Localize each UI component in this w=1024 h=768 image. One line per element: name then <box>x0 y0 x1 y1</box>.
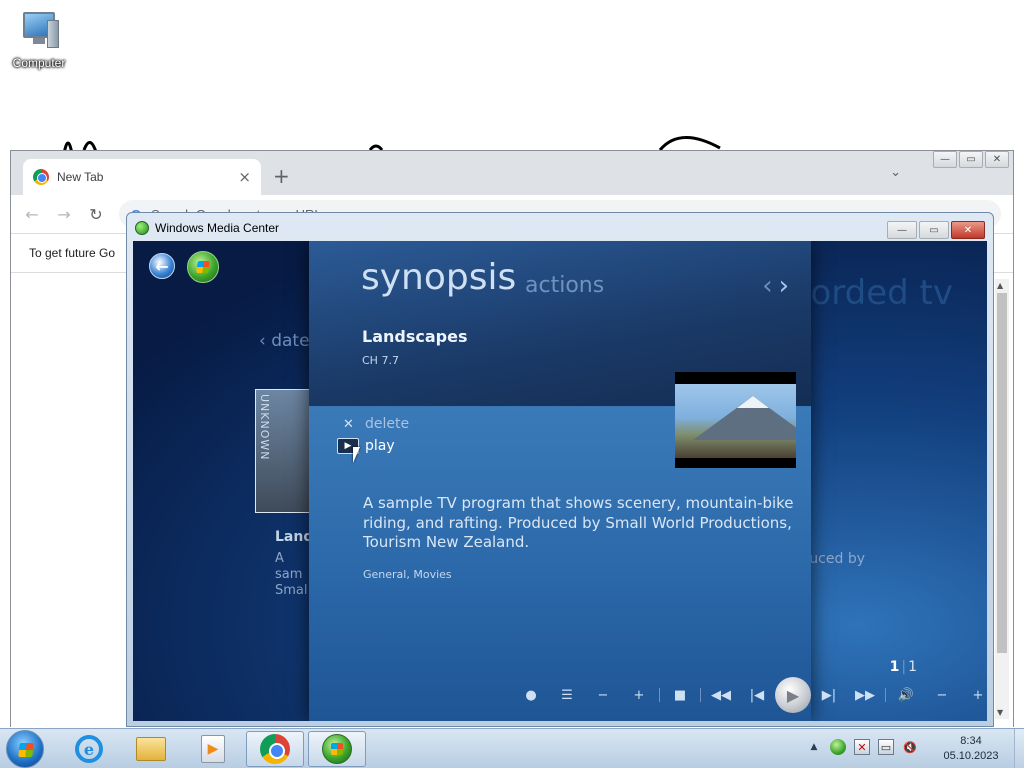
chrome-favicon-icon <box>33 169 49 185</box>
page-indicator: 1 | 1 <box>889 659 917 675</box>
taskbar: e ▶ ▲ ✕ ▭ 🔇 8:34 05.10.2023 <box>0 728 1024 768</box>
taskbar-chrome[interactable] <box>246 731 304 767</box>
media-center-icon <box>135 221 149 235</box>
reload-icon[interactable]: ↻ <box>87 205 105 224</box>
chrome-minimize-button[interactable]: — <box>933 151 957 168</box>
chrome-close-button[interactable]: ✕ <box>985 151 1009 168</box>
tab-synopsis[interactable]: synopsis <box>361 257 516 298</box>
delete-action[interactable]: ✕ delete <box>343 416 409 432</box>
section-title-partial: orded tv <box>810 273 953 313</box>
tab-strip: New Tab × + ⌄ — ▭ ✕ <box>11 151 1013 195</box>
mouse-cursor-icon <box>353 447 360 463</box>
show-hidden-icons-icon[interactable]: ▲ <box>806 739 822 755</box>
play-action[interactable]: ▶ play <box>337 438 395 454</box>
media-center-titlebar[interactable]: Windows Media Center <box>127 213 993 243</box>
folder-icon <box>136 737 166 761</box>
new-tab-button[interactable]: + <box>273 164 290 188</box>
media-center-window[interactable]: Windows Media Center — ▭ ✕ ← ‹ date UNKN… <box>126 212 994 727</box>
sort-by-date[interactable]: ‹ date <box>259 331 310 351</box>
network-icon[interactable]: ▭ <box>878 739 894 755</box>
scroll-down-icon[interactable]: ▼ <box>997 708 1003 717</box>
wmc-minimize-button[interactable]: — <box>887 221 917 239</box>
close-icon: ✕ <box>343 416 354 432</box>
transport-controls: ● ☰ − + ■ ◀◀ |◀ ▶ ▶| ▶▶ 🔊 − + <box>513 677 987 713</box>
thumbnail-label: UNKNOWN <box>258 394 271 461</box>
system-tray: ▲ ✕ ▭ 🔇 <box>806 739 918 755</box>
recording-title-partial: Land <box>275 529 314 545</box>
clock-date: 05.10.2023 <box>943 750 999 762</box>
program-title: Landscapes <box>362 327 468 346</box>
forward-arrow-icon[interactable]: → <box>55 205 73 224</box>
chrome-scrollbar[interactable]: ▲ ▼ <box>995 279 1009 719</box>
clock-time: 8:34 <box>960 735 982 747</box>
chrome-icon <box>260 734 290 764</box>
channel-up-button[interactable]: + <box>621 677 657 713</box>
media-center-window-controls: — ▭ ✕ <box>887 221 985 239</box>
infobar-text: To get future Go <box>29 246 116 260</box>
back-arrow-icon[interactable]: ← <box>23 205 41 224</box>
internet-explorer-icon: e <box>75 735 103 763</box>
produced-by-partial: uced by <box>809 551 865 567</box>
taskbar-windows-explorer[interactable] <box>122 731 180 767</box>
tab-new-tab[interactable]: New Tab × <box>23 159 261 195</box>
tab-title: New Tab <box>57 170 104 184</box>
scrollbar-thumb[interactable] <box>997 293 1007 653</box>
recording-thumbnail[interactable]: UNKNOWN <box>255 389 313 513</box>
chrome-maximize-button[interactable]: ▭ <box>959 151 983 168</box>
desktop-computer-icon[interactable]: Computer <box>8 8 70 70</box>
transport-divider <box>885 688 886 702</box>
media-center-icon <box>322 734 352 764</box>
system-clock[interactable]: 8:34 05.10.2023 <box>936 734 1006 764</box>
media-center-viewport: ← ‹ date UNKNOWN Land A sam Smal orded t… <box>133 241 987 721</box>
transport-divider <box>700 688 701 702</box>
show-desktop-button[interactable] <box>1014 729 1024 768</box>
fast-forward-button[interactable]: ▶▶ <box>847 677 883 713</box>
program-genres: General, Movies <box>363 568 452 581</box>
mountain-landscape-image <box>675 384 796 458</box>
record-button[interactable]: ● <box>513 677 549 713</box>
program-thumbnail <box>675 372 796 468</box>
stop-button[interactable]: ■ <box>662 677 698 713</box>
chrome-window-controls: — ▭ ✕ <box>933 151 1009 168</box>
tab-actions[interactable]: actions <box>525 273 604 298</box>
back-button[interactable]: ← <box>149 253 175 279</box>
delete-label: delete <box>365 416 410 432</box>
program-channel: CH 7.7 <box>362 354 399 367</box>
scroll-up-icon[interactable]: ▲ <box>997 281 1003 290</box>
previous-button[interactable]: |◀ <box>739 677 775 713</box>
start-button[interactable] <box>6 730 44 768</box>
channel-down-button[interactable]: − <box>585 677 621 713</box>
media-player-icon: ▶ <box>201 735 225 763</box>
media-center-tray-icon[interactable] <box>830 739 846 755</box>
computer-icon <box>17 10 61 52</box>
taskbar-media-player[interactable]: ▶ <box>184 731 242 767</box>
rewind-button[interactable]: ◀◀ <box>703 677 739 713</box>
taskbar-internet-explorer[interactable]: e <box>60 731 118 767</box>
mute-button[interactable]: 🔊 <box>888 677 924 713</box>
media-center-start-button[interactable] <box>187 251 219 283</box>
volume-up-button[interactable]: + <box>960 677 987 713</box>
chevron-right-icon[interactable]: › <box>779 271 795 301</box>
dialog-nav: ‹› <box>762 271 795 301</box>
guide-button[interactable]: ☰ <box>549 677 585 713</box>
taskbar-media-center[interactable] <box>308 731 366 767</box>
volume-down-button[interactable]: − <box>924 677 960 713</box>
tab-search-chevron-icon[interactable]: ⌄ <box>890 165 901 180</box>
chevron-left-icon[interactable]: ‹ <box>762 271 778 301</box>
volume-muted-icon[interactable]: 🔇 <box>902 739 918 755</box>
tab-close-icon[interactable]: × <box>238 168 251 186</box>
action-center-icon[interactable]: ✕ <box>854 739 870 755</box>
next-button[interactable]: ▶| <box>811 677 847 713</box>
wmc-close-button[interactable]: ✕ <box>951 221 985 239</box>
transport-divider <box>659 688 660 702</box>
program-description: A sample TV program that shows scenery, … <box>363 494 794 551</box>
synopsis-dialog: synopsis actions ‹› Landscapes CH 7.7 ✕ … <box>309 241 811 721</box>
play-label: play <box>365 438 395 454</box>
play-pause-button[interactable]: ▶ <box>775 677 811 713</box>
media-center-title: Windows Media Center <box>155 221 280 235</box>
desktop-icon-label: Computer <box>12 56 66 70</box>
wmc-maximize-button[interactable]: ▭ <box>919 221 949 239</box>
